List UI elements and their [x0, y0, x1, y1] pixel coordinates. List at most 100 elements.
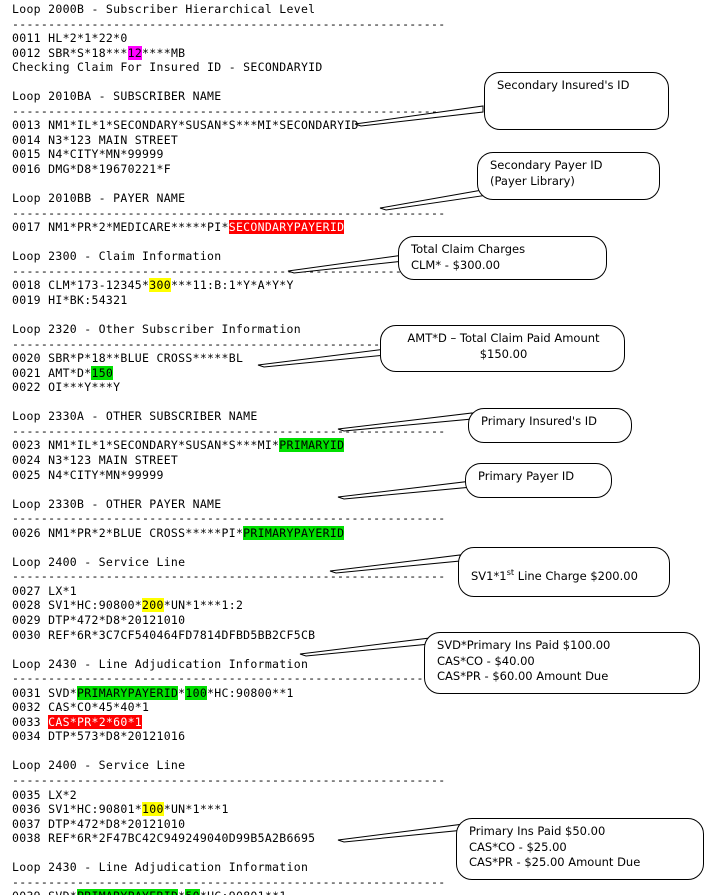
edi-blank-line — [12, 307, 412, 322]
callout-primary-insured-id: Primary Insured's ID — [468, 408, 632, 443]
edi-segment-text: ****MB — [142, 45, 186, 60]
edi-segment-text: SVD* — [48, 685, 78, 700]
callout-sv1-line-charge: SV1*1st Line Charge $200.00 — [458, 547, 670, 597]
edi-line-number: 0039 — [12, 889, 48, 895]
edi-highlight: PRIMARYPAYERID — [77, 685, 179, 700]
edi-line-number: 0025 — [12, 467, 49, 482]
edi-line-number: 0012 — [12, 45, 49, 60]
edi-segment-line: 0029 DTP*472*D8*20121010 — [12, 613, 412, 628]
edi-line-number: 0032 — [12, 700, 49, 715]
edi-line-number: 0017 — [12, 220, 49, 235]
edi-separator-rule: ----------------------------------------… — [12, 205, 446, 220]
edi-segment-text: HI*BK:54321 — [48, 292, 128, 307]
edi-line-number: 0019 — [12, 292, 49, 307]
edi-segment-line: 0023 NM1*IL*1*SECONDARY*SUSAN*S***MI*PRI… — [12, 438, 412, 453]
edi-segment-text: SBR*P*18**BLUE CROSS*****BL — [48, 351, 244, 366]
edi-segment-text: CLM*173-12345* — [48, 278, 150, 293]
callout-tail-secondary-insured-id — [354, 104, 485, 130]
edi-line-number: 0034 — [12, 729, 49, 744]
edi-segment-text: HL*2*1*22*0 — [48, 31, 128, 46]
edi-line-number: 0030 — [12, 627, 49, 642]
edi-line-number: 0037 — [12, 816, 49, 831]
edi-separator-rule: ----------------------------------------… — [12, 16, 446, 31]
edi-line-number: 0035 — [12, 787, 49, 802]
edi-highlight: PRIMARYPAYERID — [243, 525, 345, 540]
edi-segment-text: SBR*S*18*** — [48, 45, 128, 60]
screenshot-root: Loop 2000B - Subscriber Hierarchical Lev… — [0, 0, 717, 895]
edi-segment-text: ***11:B:1*Y*A*Y*Y — [170, 278, 294, 293]
callout-text: Primary Payer ID — [478, 469, 575, 483]
edi-segment-line: 0027 LX*1 — [12, 584, 412, 599]
edi-line-number: 0023 — [12, 438, 49, 453]
edi-segment-line: 0015 N4*CITY*MN*99999 — [12, 147, 412, 162]
edi-loop-header: Loop 2010BA - SUBSCRIBER NAME — [12, 89, 222, 104]
edi-highlight: CAS*PR*2*60*1 — [48, 714, 143, 729]
callout-text: Secondary Payer ID (Payer Library) — [490, 158, 603, 188]
edi-highlight: 12 — [127, 45, 143, 60]
edi-line-number: 0014 — [12, 132, 49, 147]
edi-segment-line: 0022 OI***Y***Y — [12, 380, 412, 395]
edi-segment-line: 0016 DMG*D8*19670221*F — [12, 162, 412, 177]
callout-text: Primary Ins Paid $50.00 CAS*CO - $25.00 … — [469, 824, 641, 869]
edi-segment-text: NM1*IL*1*SECONDARY*SUSAN*S***MI*SECONDAR… — [48, 118, 359, 133]
edi-separator-rule: ----------------------------------------… — [12, 511, 446, 526]
edi-segment-text: AMT*D* — [48, 365, 92, 380]
edi-segment-text: NM1*PR*2*BLUE CROSS*****PI* — [48, 525, 244, 540]
edi-line-number: 0022 — [12, 380, 49, 395]
edi-blank-line — [12, 846, 412, 861]
callout-secondary-insured-id: Secondary Insured's ID — [484, 72, 669, 130]
edi-separator-rule: ----------------------------------------… — [12, 772, 446, 787]
edi-line-number: 0033 — [12, 714, 49, 729]
callout-text: Primary Insured's ID — [481, 414, 597, 428]
edi-segment-text: N3*123 MAIN STREET — [48, 132, 179, 147]
callout-tail-total-claim-paid — [257, 347, 388, 369]
edi-blank-line — [12, 395, 412, 410]
edi-line-number: 0024 — [12, 452, 49, 467]
edi-segment-line: 0035 LX*2 — [12, 788, 412, 803]
edi-line-number: 0026 — [12, 525, 49, 540]
edi-segment-text: *UN*1***1:2 — [163, 598, 244, 613]
edi-highlight: PRIMARYPAYERID — [77, 889, 179, 895]
edi-segment-line: 0036 SV1*HC:90801*100*UN*1***1 — [12, 802, 412, 817]
edi-segment-line: 0018 CLM*173-12345*300***11:B:1*Y*A*Y*Y — [12, 278, 412, 293]
edi-segment-text: LX*2 — [48, 787, 78, 802]
edi-segment-line: 0032 CAS*CO*45*40*1 — [12, 700, 412, 715]
edi-loop-header: Loop 2000B - Subscriber Hierarchical Lev… — [12, 2, 316, 16]
edi-line-number: 0029 — [12, 612, 49, 627]
edi-segment-text: SV1*HC:90801* — [48, 802, 143, 817]
edi-segment-text: N4*CITY*MN*99999 — [48, 147, 164, 162]
edi-segment-text: N3*123 MAIN STREET — [48, 452, 179, 467]
edi-segment-text: OI***Y***Y — [48, 380, 121, 395]
edi-segment-line: 0019 HI*BK:54321 — [12, 293, 412, 308]
edi-segment-line: 0017 NM1*PR*2*MEDICARE*****PI*SECONDARYP… — [12, 220, 412, 235]
edi-loop-header: Loop 2320 - Other Subscriber Information — [12, 322, 301, 337]
edi-line-number: 0018 — [12, 278, 49, 293]
edi-segment-line: 0033 CAS*PR*2*60*1 — [12, 714, 412, 730]
edi-highlight: PRIMARYID — [279, 438, 345, 453]
callout-tail-primary-payer-id — [337, 479, 474, 501]
edi-segment-line: 0024 N3*123 MAIN STREET — [12, 453, 412, 468]
edi-highlight: 200 — [142, 598, 164, 613]
edi-line-number: 0011 — [12, 31, 49, 46]
edi-loop-header: Loop 2400 - Service Line — [12, 758, 186, 773]
callout-tail-primary-insured-id — [337, 411, 474, 433]
edi-segment-text: SV1*HC:90800* — [48, 598, 143, 613]
edi-note-line: Checking Claim For Insured ID - SECONDAR… — [12, 60, 323, 75]
edi-segment-text: DMG*D8*19670221*F — [48, 162, 171, 177]
callout-ordinal-suffix: st — [506, 566, 515, 577]
edi-segment-line: 0011 HL*2*1*22*0 — [12, 31, 412, 46]
edi-segment-line: 0039 SVD*PRIMARYPAYERID*50*HC:90801**1 — [12, 889, 412, 895]
edi-separator-rule: ----------------------------------------… — [12, 671, 446, 686]
edi-line-number: 0028 — [12, 598, 49, 613]
edi-segment-text: DTP*472*D8*20121010 — [48, 816, 186, 831]
callout-tail-secondary-payer-id — [379, 186, 490, 212]
callout-text: AMT*D – Total Claim Paid Amount $150.00 — [407, 331, 600, 361]
callout-svd-primary-paid-50: Primary Ins Paid $50.00 CAS*CO - $25.00 … — [456, 818, 704, 880]
callout-tail-total-claim-charges — [287, 253, 406, 275]
edi-segment-text: NM1*IL*1*SECONDARY*SUSAN*S***MI* — [48, 438, 280, 453]
edi-segment-line: 0028 SV1*HC:90800*200*UN*1***1:2 — [12, 598, 412, 613]
edi-blank-line — [12, 75, 412, 90]
edi-loop-header: Loop 2430 - Line Adjudication Informatio… — [12, 860, 309, 875]
edi-separator-rule: ----------------------------------------… — [12, 874, 446, 889]
edi-segment-text: N4*CITY*MN*99999 — [48, 467, 164, 482]
